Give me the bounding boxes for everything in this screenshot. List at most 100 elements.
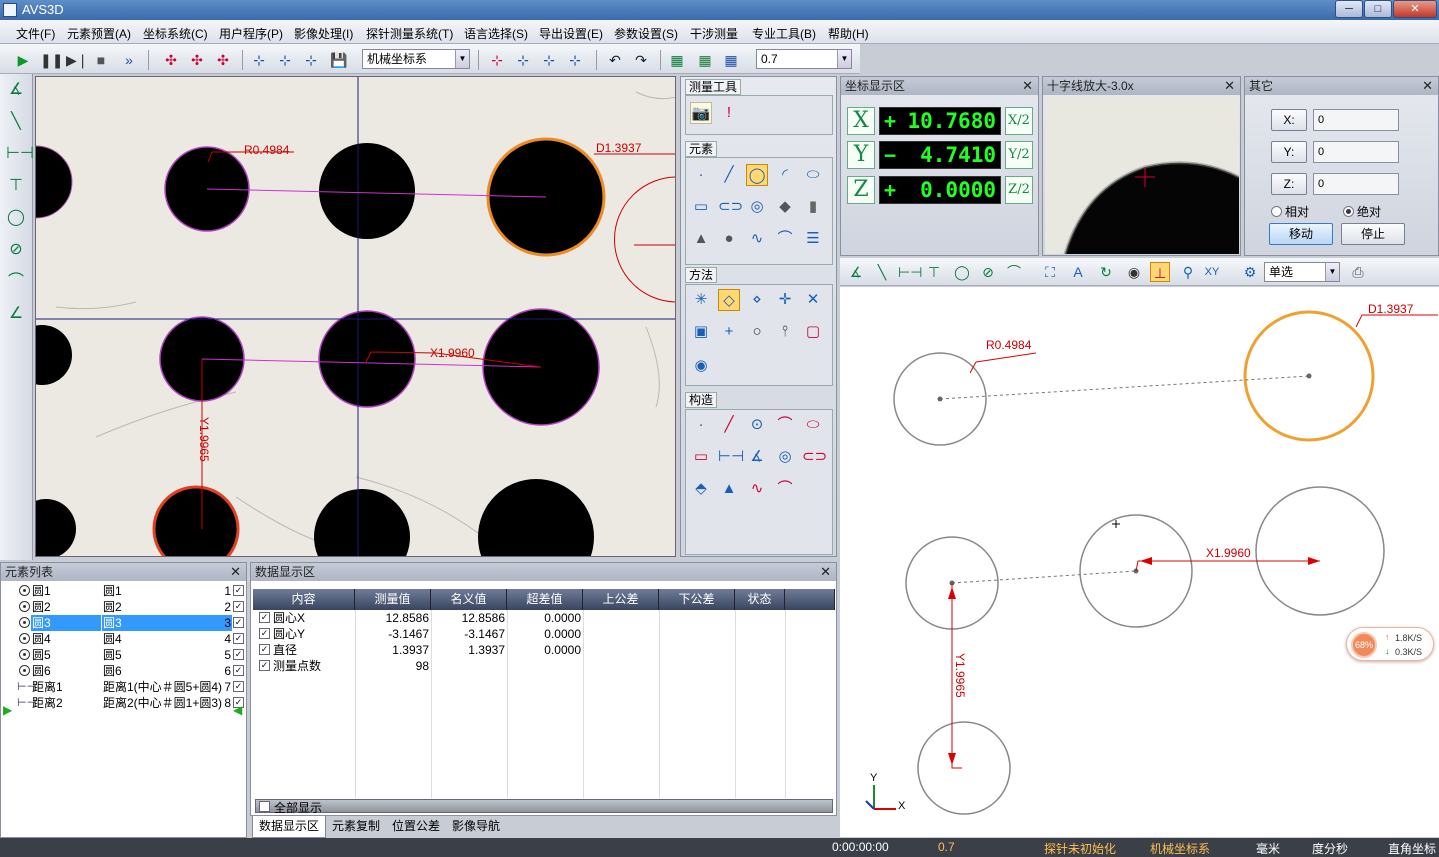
y-value-field[interactable]: 0 xyxy=(1313,141,1399,163)
cad-vdist-icon[interactable]: ⊤ xyxy=(924,262,944,282)
method-circle-icon[interactable]: ○ xyxy=(746,321,768,343)
close-icon[interactable]: ✕ xyxy=(230,563,241,581)
col-measured[interactable]: 测量值 xyxy=(355,589,431,610)
zoom-select[interactable]: 0.7 ▼ xyxy=(756,49,852,69)
curve-element-icon[interactable]: ∿ xyxy=(746,228,768,250)
menu-pro-tools[interactable]: 专业工具(B) xyxy=(752,25,816,42)
tool-grid-icon[interactable]: ⊹ xyxy=(514,51,532,69)
slot-element-icon[interactable]: ⊂⊃ xyxy=(718,196,743,218)
construct-curve-icon[interactable]: ∿ xyxy=(746,478,768,500)
method-target-icon[interactable]: ◉ xyxy=(690,355,712,377)
col-content[interactable]: 内容 xyxy=(253,589,355,610)
axis-tool-icon[interactable]: ⊥ xyxy=(1150,262,1170,282)
menu-element-preset[interactable]: 元素预置(A) xyxy=(67,25,131,42)
menu-interference[interactable]: 干涉测量 xyxy=(690,25,738,42)
row-checkbox[interactable]: ✓ xyxy=(259,660,270,671)
table-row[interactable]: ✓ 测量点数 98 xyxy=(253,658,835,674)
construct-circle-icon[interactable]: ⊙ xyxy=(746,414,768,436)
plane-element-icon[interactable]: ◆ xyxy=(774,196,796,218)
angle-measure-icon[interactable]: ∠ xyxy=(6,304,26,324)
construct-ellipse-icon[interactable]: ⬭ xyxy=(802,414,824,436)
element-checkbox[interactable]: ✓ xyxy=(233,617,244,628)
method-contour-icon[interactable]: ⋄ xyxy=(746,289,768,311)
align-a-icon[interactable]: ✣ xyxy=(162,51,180,69)
cad-circle-icon[interactable]: ◯ xyxy=(952,262,972,282)
construct-slot-icon[interactable]: ⊂⊃ xyxy=(802,446,827,468)
coord-rotate-icon[interactable]: ⊹ xyxy=(276,51,294,69)
eye-icon[interactable]: ◉ xyxy=(1124,262,1144,282)
menu-user-program[interactable]: 用户程序(P) xyxy=(219,25,283,42)
settings-icon[interactable]: ⚙ xyxy=(1240,262,1260,282)
method-edge-icon[interactable]: ◇ xyxy=(718,289,740,311)
method-region-icon[interactable]: ▢ xyxy=(802,321,824,343)
point-element-icon[interactable]: · xyxy=(690,164,712,186)
camera-view[interactable]: R0.4984 D1.3937 X1.9960 Y1.9965 xyxy=(35,76,676,557)
word-icon[interactable]: ▦ xyxy=(722,51,740,69)
freeform-element-icon[interactable]: ⌒ xyxy=(774,228,796,250)
construct-angle-icon[interactable]: ∡ xyxy=(746,446,768,468)
list-item[interactable]: 圆3 圆3 3 ✓ xyxy=(1,615,248,631)
z-value-field[interactable]: 0 xyxy=(1313,173,1399,195)
col-upper-tol[interactable]: 上公差 xyxy=(583,589,659,610)
row-checkbox[interactable]: ✓ xyxy=(259,628,270,639)
row-checkbox[interactable]: ✓ xyxy=(259,612,270,623)
construct-freeform-icon[interactable]: ⌒ xyxy=(774,478,796,500)
line-element-icon[interactable]: ╱ xyxy=(718,164,740,186)
construct-distance-icon[interactable]: ⊢⊣ xyxy=(718,446,744,468)
y-set-button[interactable]: Y: xyxy=(1271,141,1307,163)
table-row[interactable]: ✓ 圆心Y -3.1467 -3.1467 0.0000 xyxy=(253,626,835,642)
close-button[interactable]: ✕ xyxy=(1393,0,1437,18)
align-y-icon[interactable]: ✣ xyxy=(214,51,232,69)
step-icon[interactable]: ▶❘ xyxy=(66,51,89,69)
menu-file[interactable]: 文件(F) xyxy=(16,25,55,42)
circle-tool-icon[interactable]: ◯ xyxy=(6,208,26,228)
list-item[interactable]: 圆1 圆1 1 ✓ xyxy=(1,583,248,599)
undo-icon[interactable]: ↶ xyxy=(606,51,624,69)
menu-language[interactable]: 语言选择(S) xyxy=(464,25,528,42)
method-pin-icon[interactable]: ⫯ xyxy=(774,321,796,343)
refresh-icon[interactable]: ↻ xyxy=(1096,262,1116,282)
list-item[interactable]: 圆2 圆2 2 ✓ xyxy=(1,599,248,615)
menu-image-processing[interactable]: 影像处理(I) xyxy=(294,25,353,42)
element-checkbox[interactable]: ✓ xyxy=(233,633,244,644)
construct-cone-icon[interactable]: ▲ xyxy=(718,478,740,500)
element-checkbox[interactable]: ✓ xyxy=(233,681,244,692)
pause-icon[interactable]: ❚❚ xyxy=(40,51,63,69)
move-button[interactable]: 移动 xyxy=(1269,223,1333,245)
horizontal-distance-icon[interactable]: ⊢⊣ xyxy=(6,144,34,164)
col-nominal[interactable]: 名义值 xyxy=(431,589,507,610)
show-all-checkbox[interactable] xyxy=(259,801,270,812)
select-mode-combo[interactable]: 单选 ▼ xyxy=(1264,262,1340,282)
coord-origin-icon[interactable]: ⊹ xyxy=(250,51,268,69)
col-status[interactable]: 状态 xyxy=(735,589,785,610)
multi-element-icon[interactable]: ☰ xyxy=(802,228,824,250)
diameter-tool-icon[interactable]: ⊘ xyxy=(6,240,26,260)
text-tool-icon[interactable]: A xyxy=(1068,262,1088,282)
circle-element-icon[interactable]: ◯ xyxy=(746,164,768,186)
element-checkbox[interactable]: ✓ xyxy=(233,585,244,596)
close-icon[interactable]: ✕ xyxy=(1224,77,1235,95)
construct-plane-icon[interactable]: ⬘ xyxy=(690,478,712,500)
z-half-button[interactable]: Z/2 xyxy=(1005,176,1033,204)
arc-element-icon[interactable]: ◜ xyxy=(774,164,796,186)
element-checkbox[interactable]: ✓ xyxy=(233,665,244,676)
zoom-icon[interactable]: ⚲ xyxy=(1178,262,1198,282)
method-cross-icon[interactable]: ✛ xyxy=(774,289,796,311)
x-value-field[interactable]: 0 xyxy=(1313,109,1399,131)
tab-position-tolerance[interactable]: 位置公差 xyxy=(386,816,446,838)
excel-icon[interactable]: ▦ xyxy=(696,51,714,69)
play-icon[interactable]: ▶ xyxy=(14,51,32,69)
tab-element-copy[interactable]: 元素复制 xyxy=(326,816,386,838)
method-point-icon[interactable]: + xyxy=(718,321,740,343)
list-scroll-right-icon[interactable]: ◀ xyxy=(233,703,242,717)
list-item[interactable]: ⊢⊣ 距离2 距离2(中心＃圆1+圆3) 8 ✓ xyxy=(1,695,248,711)
element-checkbox[interactable]: ✓ xyxy=(233,649,244,660)
construct-line-icon[interactable]: ╱ xyxy=(718,414,740,436)
table-row[interactable]: ✓ 圆心X 12.8586 12.8586 0.0000 xyxy=(253,610,835,626)
rectangle-element-icon[interactable]: ▭ xyxy=(690,196,712,218)
list-scroll-left-icon[interactable]: ▶ xyxy=(3,703,12,717)
cad-arc-icon[interactable]: ⌒ xyxy=(1004,262,1024,282)
report-icon[interactable]: ▦ xyxy=(668,51,686,69)
stop-icon[interactable]: ■ xyxy=(92,51,110,69)
angle-tool-icon[interactable]: ∡ xyxy=(6,80,26,100)
